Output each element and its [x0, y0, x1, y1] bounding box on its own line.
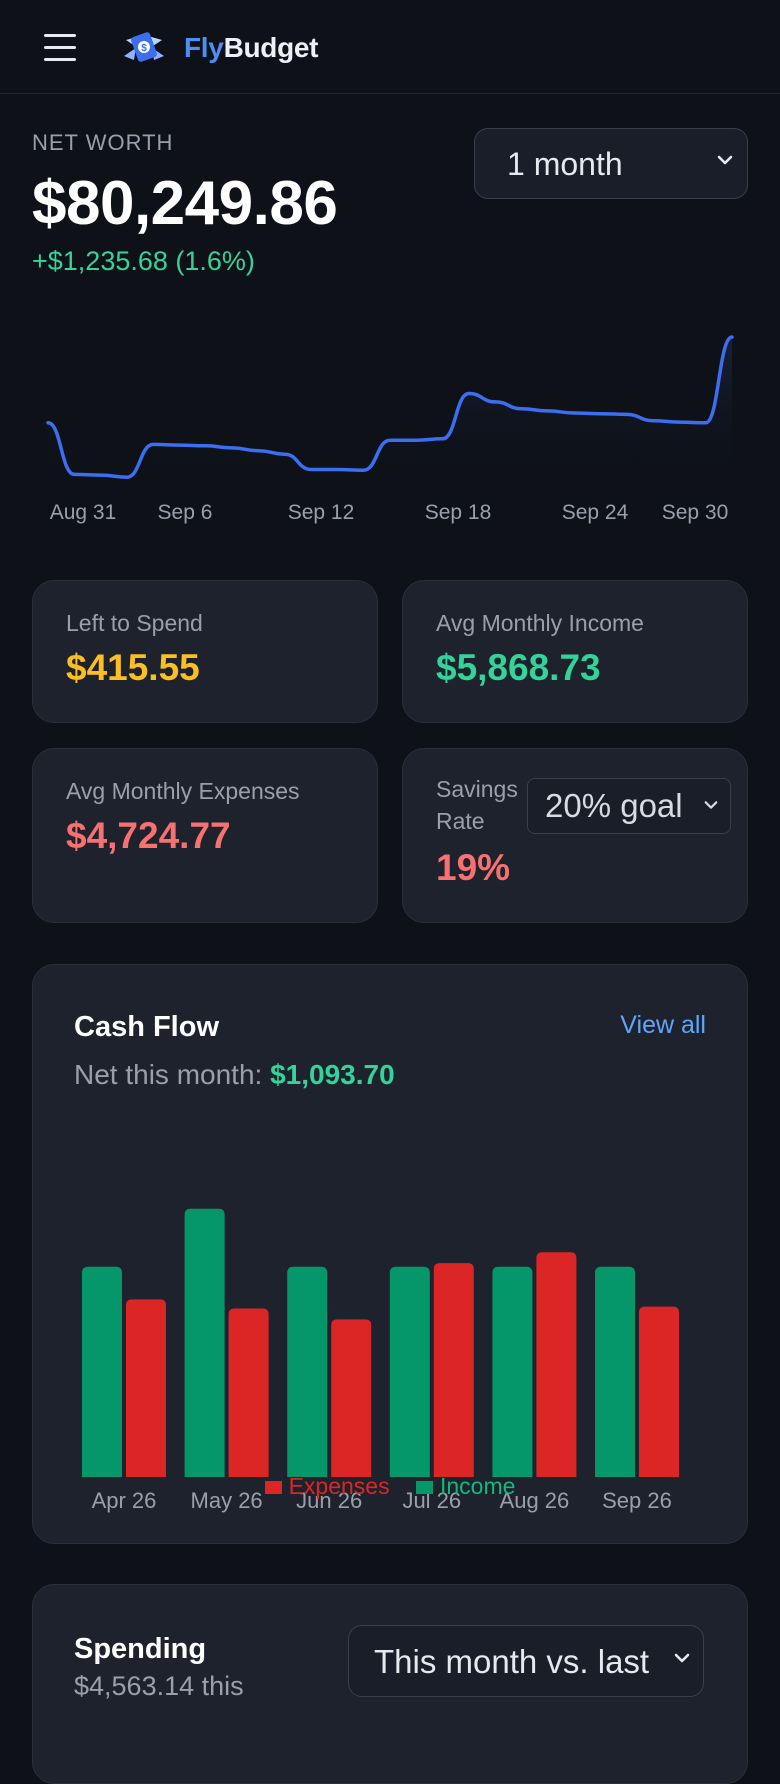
savings-rate-card: Savings Rate 19% 20% goal	[402, 748, 748, 923]
expense-bar[interactable]	[126, 1299, 166, 1477]
card-label: Avg Monthly Expenses	[66, 778, 300, 804]
expense-bar[interactable]	[433, 1263, 474, 1477]
expenses-swatch	[264, 1481, 282, 1495]
left-to-spend-value: $415.55	[66, 647, 200, 688]
spending-compare-value: This month vs. last	[374, 1643, 650, 1680]
expense-bar[interactable]	[536, 1252, 577, 1477]
x-tick-label: Sep 18	[425, 501, 492, 524]
net-worth-chart: Aug 31 Sep 6 Sep 12 Sep 18 Sep 24 Sep 30	[46, 335, 734, 524]
net-this-month: Net this month: $1,093.70	[74, 1059, 395, 1091]
hamburger-menu-icon[interactable]	[44, 34, 76, 62]
avg-expenses-card: Avg Monthly Expenses $4,724.77	[32, 748, 378, 923]
view-all-link[interactable]: View all	[620, 1011, 706, 1040]
cash-flow-title: Cash Flow	[74, 1011, 220, 1043]
avg-income-card: Avg Monthly Income $5,868.73	[402, 580, 748, 723]
card-label: Left to Spend	[66, 610, 203, 636]
brand-name[interactable]: FlyBudget	[184, 32, 319, 64]
savings-goal-value: 20% goal	[545, 787, 683, 824]
logo-icon: $	[124, 32, 164, 62]
time-range-select[interactable]: 1 month	[474, 128, 748, 199]
income-bar[interactable]	[595, 1266, 635, 1477]
income-bar[interactable]	[389, 1266, 430, 1477]
savings-rate-value: 19%	[436, 847, 511, 888]
time-range-value: 1 month	[507, 146, 623, 182]
spending-compare-select[interactable]: This month vs. last	[348, 1625, 704, 1697]
income-bar[interactable]	[82, 1266, 122, 1477]
x-tick-label: Sep 24	[562, 501, 629, 524]
chart-legend: Expenses Income	[33, 1473, 747, 1500]
expense-bar[interactable]	[331, 1319, 372, 1477]
avg-income-value: $5,868.73	[436, 647, 601, 688]
income-bar[interactable]	[492, 1266, 533, 1477]
income-bar[interactable]	[184, 1208, 225, 1477]
net-worth-area	[48, 337, 732, 480]
legend-expenses[interactable]: Expenses	[289, 1473, 390, 1499]
savings-label-line2: Rate	[436, 808, 485, 834]
x-tick-label: Sep 12	[288, 501, 355, 524]
expense-bar[interactable]	[639, 1306, 679, 1477]
chevron-down-icon	[704, 801, 718, 809]
chevron-down-icon	[717, 155, 733, 165]
chevron-down-icon	[674, 1653, 690, 1663]
card-label: Savings Rate	[436, 773, 518, 837]
cash-flow-card: Cash Flow View all Net this month: $1,09…	[32, 964, 748, 1544]
app-header: $ FlyBudget	[0, 0, 780, 94]
savings-label-line1: Savings	[436, 776, 518, 802]
x-tick-label: Sep 6	[158, 501, 213, 524]
legend-income[interactable]: Income	[440, 1473, 515, 1499]
income-bar[interactable]	[287, 1266, 328, 1477]
x-tick-label: Sep 30	[662, 501, 729, 524]
spending-card: Spending $4,563.14 this This month vs. l…	[32, 1584, 748, 1784]
avg-expenses-value: $4,724.77	[66, 815, 231, 856]
left-to-spend-card: Left to Spend $415.55	[32, 580, 378, 723]
net-worth-label: NET WORTH	[32, 130, 174, 155]
savings-goal-select[interactable]: 20% goal	[527, 778, 731, 834]
spending-title: Spending	[74, 1633, 207, 1665]
expense-bar[interactable]	[228, 1308, 269, 1477]
income-swatch	[415, 1481, 433, 1495]
card-label: Avg Monthly Income	[436, 610, 644, 636]
net-label: Net this month:	[74, 1059, 271, 1090]
x-tick-label: Aug 31	[50, 501, 117, 524]
net-value: $1,093.70	[270, 1059, 395, 1090]
cash-flow-bar-chart: Apr 26 May 26 Jun 26 Jul 26 Aug 26 Sep 26	[82, 1208, 679, 1513]
spending-subtitle: $4,563.14 this	[74, 1671, 244, 1701]
svg-text:$: $	[141, 43, 147, 54]
net-worth-change: +$1,235.68 (1.6%)	[32, 246, 255, 276]
net-worth-value: $80,249.86	[32, 169, 338, 238]
